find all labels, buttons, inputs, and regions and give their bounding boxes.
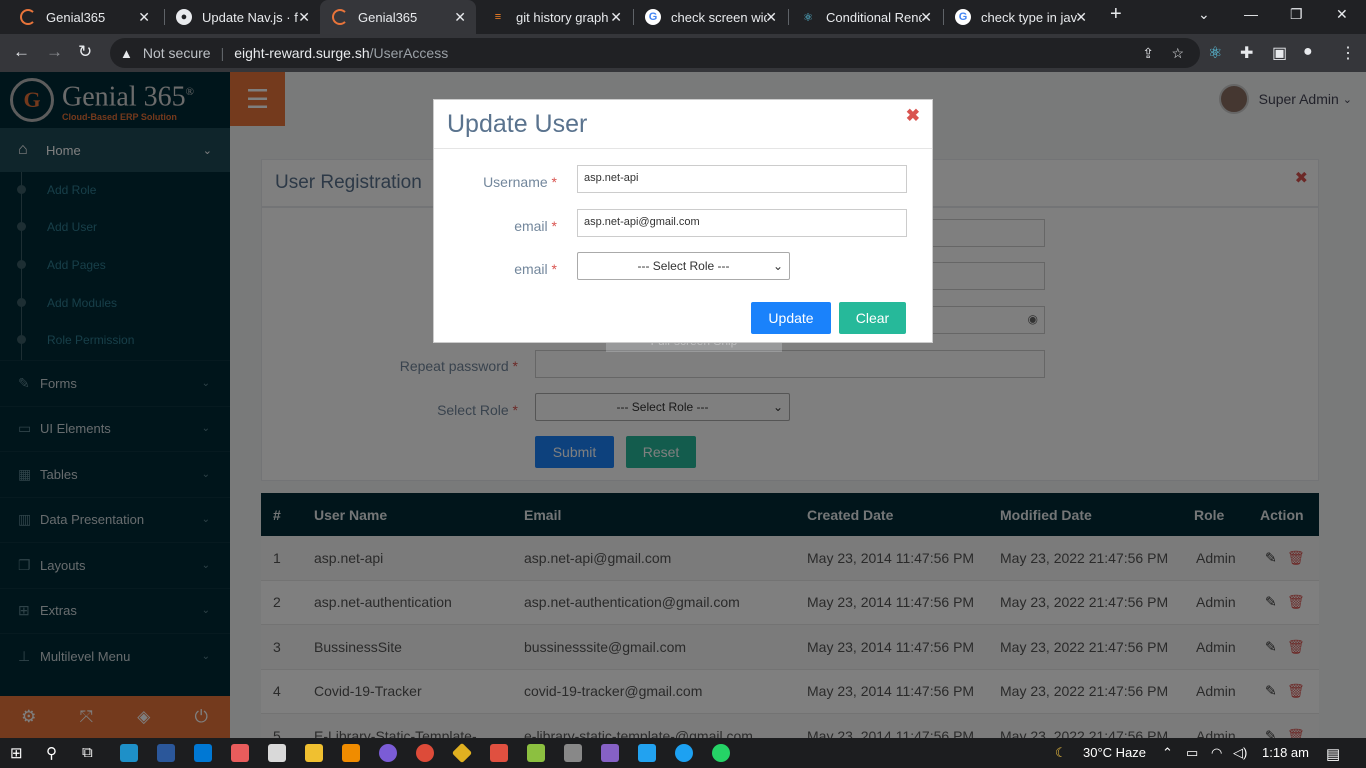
notification-icon[interactable]: ▤ xyxy=(1326,745,1340,763)
search-icon[interactable]: ⚲ xyxy=(46,744,64,762)
mail-icon[interactable] xyxy=(194,744,212,762)
url-host: eight-reward.surge.sh xyxy=(234,45,370,61)
browser-toolbar: ← → ↻ ▲ Not secure | eight-reward.surge.… xyxy=(0,34,1366,72)
update-user-modal: Update User ✖ Username * asp.net-api ema… xyxy=(433,99,933,343)
profile-icon[interactable]: ● xyxy=(1303,43,1313,61)
app-icon[interactable] xyxy=(231,744,249,762)
username-field[interactable]: asp.net-api xyxy=(577,165,907,193)
address-bar[interactable]: ▲ Not secure | eight-reward.surge.sh /Us… xyxy=(110,38,1200,68)
browser-tab[interactable]: ≡ git history graph ✕ xyxy=(478,0,632,34)
windows-start-icon[interactable]: ⊞ xyxy=(10,744,28,762)
menu-dots-icon[interactable]: ⋮ xyxy=(1340,43,1356,63)
weather-icon: ☾ xyxy=(1055,745,1067,760)
chevron-down-icon: ⌄ xyxy=(772,259,783,273)
chrome-icon[interactable] xyxy=(416,744,434,762)
side-panel-icon[interactable]: ▣ xyxy=(1272,43,1287,63)
weather-text[interactable]: 30°C Haze xyxy=(1083,745,1146,760)
stackoverflow-icon: ≡ xyxy=(494,11,502,23)
vlc-icon[interactable] xyxy=(342,744,360,762)
tab-title: check type in java xyxy=(981,9,1077,25)
loading-icon xyxy=(20,9,36,25)
minimize-icon[interactable]: — xyxy=(1244,6,1258,22)
back-icon[interactable]: ← xyxy=(13,42,30,62)
whatsapp-icon[interactable] xyxy=(712,744,730,762)
clock[interactable]: 1:18 am xyxy=(1262,745,1309,760)
tray-expand-icon[interactable]: ⌃ xyxy=(1162,745,1173,761)
tab-title: check screen wid xyxy=(671,9,767,25)
tab-title: git history graph xyxy=(516,9,609,25)
close-icon[interactable]: ✕ xyxy=(610,9,622,26)
react-devtools-icon[interactable]: ⚛ xyxy=(1208,43,1222,63)
google-icon: G xyxy=(645,9,661,25)
folder-icon[interactable] xyxy=(305,744,323,762)
close-icon[interactable]: ✕ xyxy=(920,9,932,26)
browser-tab[interactable]: ● Update Nav.js · fa ✕ xyxy=(164,0,320,34)
sourcetree-icon[interactable] xyxy=(451,742,473,764)
close-icon[interactable]: ✕ xyxy=(1075,9,1087,26)
vscode-icon[interactable] xyxy=(638,744,656,762)
browser-tab[interactable]: G check type in java ✕ xyxy=(943,0,1097,34)
close-icon[interactable]: ✖ xyxy=(906,106,920,126)
battery-icon[interactable]: ▭ xyxy=(1186,745,1198,761)
forward-icon[interactable]: → xyxy=(46,42,63,62)
visual-studio-icon[interactable] xyxy=(601,744,619,762)
calculator-icon[interactable] xyxy=(157,744,175,762)
edge-icon[interactable] xyxy=(120,744,138,762)
close-icon[interactable]: ✕ xyxy=(298,9,310,26)
bookmark-star-icon[interactable]: ☆ xyxy=(1171,45,1184,62)
modal-title: Update User xyxy=(434,100,932,149)
extensions-icon[interactable]: ✚ xyxy=(1240,43,1253,63)
security-label: Not secure xyxy=(142,45,211,61)
reload-icon[interactable]: ↻ xyxy=(78,42,92,62)
browser-tab[interactable]: G check screen wid ✕ xyxy=(633,0,787,34)
warning-icon[interactable]: ▲ xyxy=(120,46,133,61)
app-icon[interactable] xyxy=(490,744,508,762)
google-icon: G xyxy=(955,9,971,25)
react-icon: ⚛ xyxy=(803,11,813,24)
app-page: G Genial 365® Cloud-Based ERP Solution ⌂… xyxy=(0,72,1366,739)
tab-search-icon[interactable]: ⌄ xyxy=(1198,6,1210,23)
role-dropdown[interactable]: --- Select Role --- ⌄ xyxy=(577,252,790,280)
taskbar: ⊞ ⚲ ⧉ ☾ 30°C Haze ⌃ ▭ ◠ ◁) 1:18 am ▤ xyxy=(0,738,1366,768)
browser-tab[interactable]: Genial365 ✕ xyxy=(8,0,160,34)
close-window-icon[interactable]: ✕ xyxy=(1336,6,1348,23)
clear-button[interactable]: Clear xyxy=(839,302,906,334)
tab-title: Update Nav.js · fa xyxy=(202,9,298,25)
wifi-icon[interactable]: ◠ xyxy=(1211,745,1222,761)
url-path: /UserAccess xyxy=(369,45,449,61)
role-label: email * xyxy=(514,261,557,277)
browser-tab-active[interactable]: Genial365 ✕ xyxy=(320,0,476,34)
update-button[interactable]: Update xyxy=(751,302,831,334)
username-label: Username * xyxy=(483,174,557,190)
close-icon[interactable]: ✕ xyxy=(765,9,777,26)
task-view-icon[interactable]: ⧉ xyxy=(82,744,100,762)
github-desktop-icon[interactable] xyxy=(379,744,397,762)
twitter-icon[interactable] xyxy=(675,744,693,762)
browser-tab[interactable]: ⚛ Conditional Rend ✕ xyxy=(788,0,942,34)
share-icon[interactable]: ⇪ xyxy=(1142,45,1154,62)
app-icon[interactable] xyxy=(564,744,582,762)
notepad-icon[interactable] xyxy=(268,744,286,762)
email-field[interactable]: asp.net-api@gmail.com xyxy=(577,209,907,237)
tab-title: Conditional Rend xyxy=(826,9,922,25)
close-icon[interactable]: ✕ xyxy=(454,9,466,26)
browser-tab-bar: Genial365 ✕ ● Update Nav.js · fa ✕ Genia… xyxy=(0,0,1366,34)
tab-title: Genial365 xyxy=(46,9,106,25)
github-icon: ● xyxy=(176,9,192,25)
app-icon[interactable] xyxy=(527,744,545,762)
new-tab-icon[interactable]: + xyxy=(1110,3,1122,26)
restore-icon[interactable]: ❐ xyxy=(1290,6,1303,23)
tab-title: Genial365 xyxy=(358,9,418,25)
email-label: email * xyxy=(514,218,557,234)
loading-icon xyxy=(332,9,348,25)
close-icon[interactable]: ✕ xyxy=(138,9,150,26)
volume-icon[interactable]: ◁) xyxy=(1233,745,1247,761)
